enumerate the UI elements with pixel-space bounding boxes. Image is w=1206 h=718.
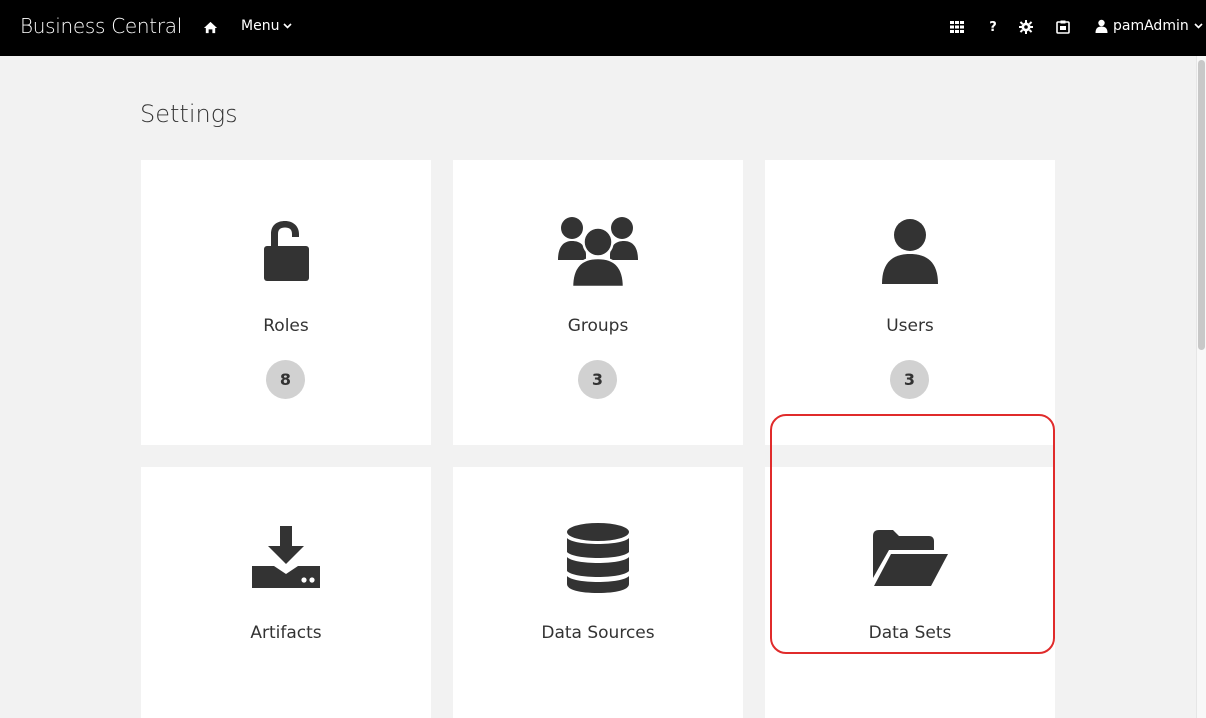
home-icon[interactable]	[203, 20, 218, 35]
card-label: Groups	[567, 316, 629, 336]
card-groups[interactable]: Groups 3	[453, 160, 743, 445]
top-navbar: Business Central Menu ? pamAdmin	[0, 0, 1206, 56]
user-icon	[1095, 19, 1108, 33]
page-title: Settings	[140, 100, 238, 128]
chevron-down-icon	[283, 23, 293, 29]
scrollbar-thumb[interactable]	[1198, 60, 1205, 350]
users-group-icon	[558, 217, 638, 288]
task-inbox-icon[interactable]	[1055, 19, 1071, 35]
card-data-sources[interactable]: Data Sources	[453, 467, 743, 718]
user-name: pamAdmin	[1113, 18, 1189, 34]
card-label: Roles	[263, 316, 309, 336]
database-icon	[567, 523, 629, 593]
apps-grid-icon[interactable]	[949, 19, 965, 35]
folder-open-icon	[873, 530, 948, 586]
card-label: Artifacts	[250, 623, 322, 643]
unlock-icon	[264, 221, 309, 281]
card-label: Users	[886, 316, 934, 336]
user-menu[interactable]: pamAdmin	[1095, 18, 1203, 34]
brand-title[interactable]: Business Central	[20, 14, 182, 38]
card-label: Data Sources	[541, 623, 655, 643]
count-badge: 3	[578, 360, 617, 399]
menu-dropdown[interactable]: Menu	[241, 18, 293, 34]
card-label: Data Sets	[868, 623, 952, 643]
settings-gear-icon[interactable]	[1018, 19, 1034, 35]
vertical-scrollbar[interactable]	[1196, 56, 1206, 718]
help-icon[interactable]: ?	[985, 19, 1001, 35]
count-badge: 8	[266, 360, 305, 399]
count-badge: 3	[890, 360, 929, 399]
settings-content: Settings Roles 8 Groups 3 Users 3 Artifa…	[0, 56, 1196, 718]
user-icon	[882, 219, 938, 284]
card-artifacts[interactable]: Artifacts	[141, 467, 431, 718]
menu-label: Menu	[241, 18, 280, 34]
card-users[interactable]: Users 3	[765, 160, 1055, 445]
card-data-sets[interactable]: Data Sets	[765, 467, 1055, 718]
chevron-down-icon	[1194, 23, 1203, 29]
card-roles[interactable]: Roles 8	[141, 160, 431, 445]
download-inbox-icon	[252, 526, 320, 588]
